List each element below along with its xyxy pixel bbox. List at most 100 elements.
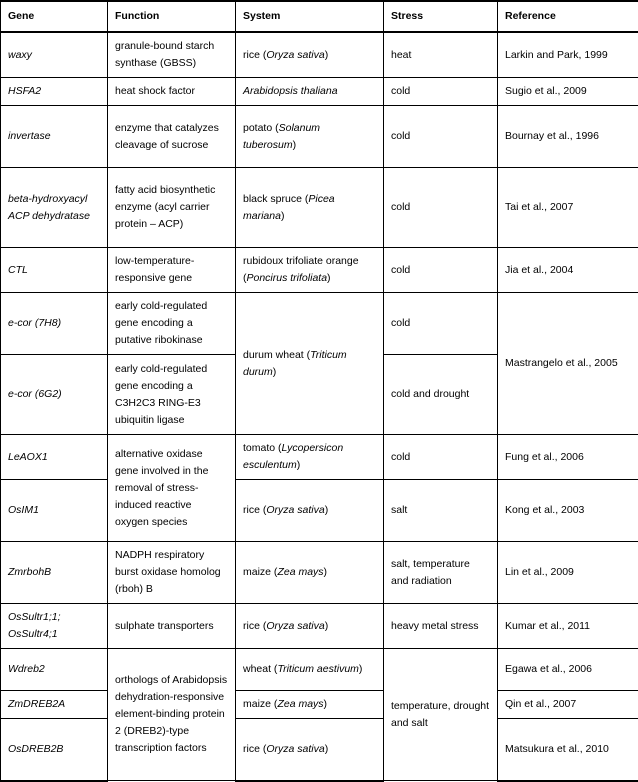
cell-reference: Egawa et al., 2006 xyxy=(498,649,638,691)
system-common-name: rice ( xyxy=(243,504,266,516)
gene-stress-table: Gene Function System Stress Reference wa… xyxy=(0,0,638,782)
cell-stress: cold xyxy=(384,293,498,355)
system-suffix: ) xyxy=(297,459,301,471)
system-species-name: Triticum aestivum xyxy=(277,663,358,675)
table-row: HSFA2 heat shock factor Arabidopsis thal… xyxy=(1,78,638,106)
system-common-name: potato ( xyxy=(243,122,279,134)
cell-system: tomato (Lycopersicon esculentum) xyxy=(236,435,384,480)
cell-stress: salt, temperature and radiation xyxy=(384,542,498,604)
cell-system: potato (Solanum tuberosum) xyxy=(236,106,384,168)
cell-reference: Kumar et al., 2011 xyxy=(498,604,638,649)
column-header-function: Function xyxy=(108,1,236,32)
cell-system: black spruce (Picea mariana) xyxy=(236,168,384,248)
table-row: invertase enzyme that catalyzes cleavage… xyxy=(1,106,638,168)
cell-gene: waxy xyxy=(1,32,108,78)
cell-gene: e-cor (7H8) xyxy=(1,293,108,355)
cell-system: Arabidopsis thaliana xyxy=(236,78,384,106)
cell-gene: Wdreb2 xyxy=(1,649,108,691)
system-common-name: rice ( xyxy=(243,620,266,632)
cell-stress: cold xyxy=(384,168,498,248)
cell-function: orthologs of Arabidopsis dehydration-res… xyxy=(108,649,236,781)
cell-stress: cold xyxy=(384,78,498,106)
cell-function: heat shock factor xyxy=(108,78,236,106)
system-suffix: ) xyxy=(273,366,277,378)
table-row: OsDREB2B rice (Oryza sativa) Matsukura e… xyxy=(1,719,638,781)
system-suffix: ) xyxy=(325,504,329,516)
table-container: Gene Function System Stress Reference wa… xyxy=(0,0,638,707)
cell-function: enzyme that catalyzes cleavage of sucros… xyxy=(108,106,236,168)
table-row: ZmrbohB NADPH respiratory burst oxidase … xyxy=(1,542,638,604)
system-suffix: ) xyxy=(359,663,363,675)
table-row: OsSultr1;1; OsSultr4;1 sulphate transpor… xyxy=(1,604,638,649)
cell-function: fatty acid biosynthetic enzyme (acyl car… xyxy=(108,168,236,248)
cell-function: early cold-regulated gene encoding a C3H… xyxy=(108,355,236,435)
cell-reference: Bournay et al., 1996 xyxy=(498,106,638,168)
cell-system: durum wheat (Triticum durum) xyxy=(236,293,384,435)
cell-stress: cold xyxy=(384,248,498,293)
cell-gene: OsIM1 xyxy=(1,480,108,542)
cell-reference: Tai et al., 2007 xyxy=(498,168,638,248)
system-suffix: ) xyxy=(293,139,297,151)
cell-function: early cold-regulated gene encoding a put… xyxy=(108,293,236,355)
cell-stress: cold xyxy=(384,435,498,480)
system-species-name: Poncirus trifoliata xyxy=(247,272,328,284)
system-species-name: Zea mays xyxy=(277,698,323,710)
cell-stress: heavy metal stress xyxy=(384,604,498,649)
cell-gene: ZmrbohB xyxy=(1,542,108,604)
system-common-name: maize ( xyxy=(243,698,277,710)
cell-system: maize (Zea mays) xyxy=(236,691,384,719)
cell-reference: Mastrangelo et al., 2005 xyxy=(498,293,638,435)
system-common-name: wheat ( xyxy=(243,663,277,675)
system-suffix: ) xyxy=(324,566,328,578)
table-row: beta-hydroxyacyl ACP dehydratase fatty a… xyxy=(1,168,638,248)
cell-reference: Larkin and Park, 1999 xyxy=(498,32,638,78)
header-row: Gene Function System Stress Reference xyxy=(1,1,638,32)
table-row: LeAOX1 alternative oxidase gene involved… xyxy=(1,435,638,480)
system-species-name: Oryza sativa xyxy=(266,743,324,755)
system-species-name: Oryza sativa xyxy=(266,504,324,516)
cell-system: wheat (Triticum aestivum) xyxy=(236,649,384,691)
cell-stress: salt xyxy=(384,480,498,542)
cell-reference: Kong et al., 2003 xyxy=(498,480,638,542)
system-species-name: Oryza sativa xyxy=(266,49,324,61)
table-header: Gene Function System Stress Reference xyxy=(1,1,638,32)
column-header-stress: Stress xyxy=(384,1,498,32)
table-row: OsIM1 rice (Oryza sativa) salt Kong et a… xyxy=(1,480,638,542)
cell-function: NADPH respiratory burst oxidase homolog … xyxy=(108,542,236,604)
cell-gene: beta-hydroxyacyl ACP dehydratase xyxy=(1,168,108,248)
cell-system: rice (Oryza sativa) xyxy=(236,32,384,78)
cell-stress: cold and drought xyxy=(384,355,498,435)
system-suffix: ) xyxy=(325,743,329,755)
cell-gene: CTL xyxy=(1,248,108,293)
table-row: e-cor (7H8) early cold-regulated gene en… xyxy=(1,293,638,355)
cell-gene: HSFA2 xyxy=(1,78,108,106)
system-common-name: tomato ( xyxy=(243,442,282,454)
system-common-name: durum wheat ( xyxy=(243,349,310,361)
cell-function: sulphate transporters xyxy=(108,604,236,649)
cell-reference: Qin et al., 2007 xyxy=(498,691,638,719)
cell-reference: Jia et al., 2004 xyxy=(498,248,638,293)
system-common-name: maize ( xyxy=(243,566,277,578)
system-suffix: ) xyxy=(325,49,329,61)
system-suffix: ) xyxy=(281,210,285,222)
system-common-name: rice ( xyxy=(243,743,266,755)
cell-gene: e-cor (6G2) xyxy=(1,355,108,435)
cell-reference: Fung et al., 2006 xyxy=(498,435,638,480)
system-species-name: Arabidopsis thaliana xyxy=(243,85,338,97)
cell-reference: Sugio et al., 2009 xyxy=(498,78,638,106)
system-suffix: ) xyxy=(327,272,331,284)
cell-system: rice (Oryza sativa) xyxy=(236,604,384,649)
cell-system: rice (Oryza sativa) xyxy=(236,719,384,781)
cell-gene: invertase xyxy=(1,106,108,168)
system-common-name: rice ( xyxy=(243,49,266,61)
column-header-system: System xyxy=(236,1,384,32)
cell-stress: temperature, drought and salt xyxy=(384,649,498,781)
table-row: Wdreb2 orthologs of Arabidopsis dehydrat… xyxy=(1,649,638,691)
cell-reference: Lin et al., 2009 xyxy=(498,542,638,604)
cell-stress: heat xyxy=(384,32,498,78)
cell-stress: cold xyxy=(384,106,498,168)
cell-function: alternative oxidase gene involved in the… xyxy=(108,435,236,542)
cell-system: rubidoux trifoliate orange (Poncirus tri… xyxy=(236,248,384,293)
table-row: CTL low-temperature-responsive gene rubi… xyxy=(1,248,638,293)
system-species-name: Zea mays xyxy=(277,566,323,578)
